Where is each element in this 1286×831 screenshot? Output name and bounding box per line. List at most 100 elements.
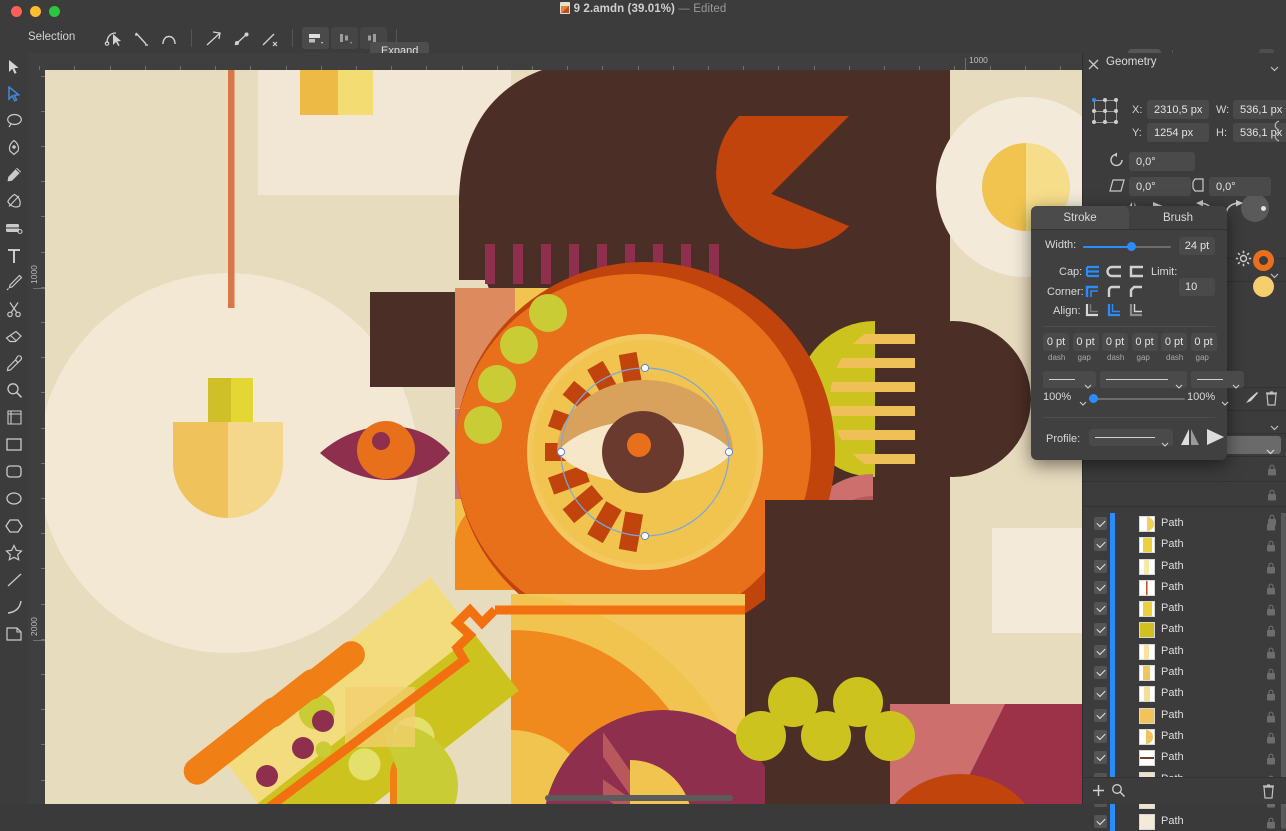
- tab-stroke[interactable]: Stroke: [1031, 206, 1129, 229]
- table-row[interactable]: Path: [1083, 513, 1286, 535]
- w-field[interactable]: 536,1 px: [1233, 100, 1286, 119]
- lock-icon[interactable]: [1267, 488, 1277, 506]
- table-row[interactable]: Path: [1083, 662, 1286, 685]
- chevron-down-icon[interactable]: [1079, 393, 1087, 411]
- width-slider-fill[interactable]: [1083, 245, 1131, 248]
- table-row[interactable]: Path: [1083, 683, 1286, 705]
- star-tool[interactable]: [0, 539, 28, 566]
- lock-icon[interactable]: [1266, 816, 1276, 831]
- dash-value-field[interactable]: 0 pt: [1190, 333, 1217, 351]
- align-center-icon[interactable]: [331, 27, 358, 49]
- brush-icon[interactable]: [1243, 390, 1259, 411]
- table-row[interactable]: Path: [1083, 534, 1286, 557]
- knife-tool[interactable]: [0, 269, 28, 296]
- tab-brush[interactable]: Brush: [1129, 206, 1227, 229]
- lock-icon[interactable]: [1266, 603, 1276, 621]
- text-tool[interactable]: [0, 242, 28, 269]
- link-ratio-icon[interactable]: [1273, 120, 1282, 147]
- polygon-tool[interactable]: [0, 512, 28, 539]
- lasso-select-tool[interactable]: [0, 107, 28, 134]
- horizontal-scrollbar[interactable]: [545, 795, 733, 801]
- anchor-point-selector[interactable]: [1091, 98, 1121, 128]
- round-join-icon[interactable]: [1106, 284, 1123, 298]
- eraser-tool[interactable]: [0, 323, 28, 350]
- convert-smooth-icon[interactable]: [229, 27, 255, 50]
- align-stroke-center-icon[interactable]: [1106, 303, 1123, 317]
- node-select-icon[interactable]: [100, 27, 126, 50]
- layer-visibility-checkbox[interactable]: [1094, 708, 1107, 722]
- vertical-ruler[interactable]: 1000 2000: [28, 70, 46, 804]
- opacity-start-value[interactable]: 100%: [1043, 391, 1071, 403]
- corner-tool[interactable]: [0, 620, 28, 647]
- rectangle-tool[interactable]: [0, 431, 28, 458]
- table-row[interactable]: Path: [1083, 555, 1286, 579]
- perspective-tool[interactable]: [0, 404, 28, 431]
- search-icon[interactable]: [1111, 783, 1126, 803]
- vector-brush-tool[interactable]: [0, 188, 28, 215]
- plus-icon[interactable]: [1091, 783, 1106, 803]
- dash-style-dropdown-right[interactable]: [1191, 371, 1244, 389]
- zoom-tool[interactable]: [0, 377, 28, 404]
- document-canvas[interactable]: [45, 70, 1082, 804]
- profile-dropdown[interactable]: [1089, 429, 1173, 447]
- table-row[interactable]: Path: [1083, 747, 1286, 770]
- align-left-icon[interactable]: [302, 27, 329, 49]
- width-slider-track[interactable]: [1131, 245, 1171, 248]
- y-field[interactable]: 1254 px: [1147, 123, 1209, 142]
- color-picker-tool[interactable]: [0, 350, 28, 377]
- lock-icon[interactable]: [1266, 646, 1276, 664]
- line-tool[interactable]: [0, 566, 28, 593]
- lock-icon[interactable]: [1266, 667, 1276, 685]
- dash-value-field[interactable]: 0 pt: [1043, 333, 1069, 351]
- corner-node-icon[interactable]: [128, 27, 154, 50]
- stroke-color-swatch[interactable]: [1253, 250, 1274, 271]
- node-tool[interactable]: [0, 80, 28, 107]
- table-row[interactable]: Path: [1083, 725, 1286, 748]
- width-value-field[interactable]: 24 pt: [1179, 237, 1215, 255]
- layer-visibility-checkbox[interactable]: [1094, 580, 1107, 594]
- lock-icon[interactable]: [1267, 463, 1277, 481]
- move-tool[interactable]: [0, 53, 28, 80]
- table-row[interactable]: Path: [1083, 619, 1286, 642]
- trash-icon[interactable]: [1265, 390, 1278, 411]
- layer-visibility-checkbox[interactable]: [1094, 559, 1107, 573]
- smooth-node-icon[interactable]: [156, 27, 182, 50]
- butt-cap-icon[interactable]: [1084, 264, 1101, 278]
- rounded-rectangle-tool[interactable]: [0, 458, 28, 485]
- layer-visibility-checkbox[interactable]: [1094, 517, 1107, 530]
- round-cap-icon[interactable]: [1106, 264, 1123, 278]
- table-row[interactable]: Path: [1083, 811, 1286, 831]
- lock-icon[interactable]: [1266, 582, 1276, 600]
- table-row[interactable]: Path: [1083, 576, 1286, 600]
- bevel-join-icon[interactable]: [1128, 284, 1145, 298]
- dash-style-dropdown-center[interactable]: [1100, 371, 1187, 389]
- limit-value-field[interactable]: 10: [1179, 278, 1215, 296]
- lock-icon[interactable]: [1266, 752, 1276, 770]
- dash-value-field[interactable]: 0 pt: [1102, 333, 1128, 351]
- shear-x-field[interactable]: 0,0°: [1129, 177, 1191, 196]
- layer-visibility-checkbox[interactable]: [1094, 602, 1107, 616]
- lock-icon[interactable]: [1266, 539, 1276, 557]
- gear-icon[interactable]: [1235, 250, 1252, 272]
- chevron-down-icon[interactable]: [1221, 393, 1229, 411]
- table-row[interactable]: Path: [1083, 598, 1286, 621]
- pen-tool[interactable]: [0, 134, 28, 161]
- dash-value-field[interactable]: 0 pt: [1161, 333, 1187, 351]
- scissors-tool[interactable]: [0, 296, 28, 323]
- layer-visibility-checkbox[interactable]: [1094, 538, 1107, 552]
- fill-tool[interactable]: [0, 215, 28, 242]
- dash-style-dropdown-left[interactable]: [1043, 371, 1096, 389]
- layer-visibility-checkbox[interactable]: [1094, 644, 1107, 658]
- opacity-slider-track[interactable]: [1093, 397, 1185, 400]
- square-cap-icon[interactable]: [1128, 264, 1145, 278]
- fill-color-swatch[interactable]: [1253, 276, 1274, 297]
- rotation-field[interactable]: 0,0°: [1129, 152, 1195, 171]
- miter-join-icon[interactable]: [1084, 284, 1101, 298]
- opacity-end-value[interactable]: 100%: [1187, 391, 1215, 403]
- shear-y-field[interactable]: 0,0°: [1209, 177, 1271, 196]
- align-stroke-inside-icon[interactable]: [1084, 303, 1101, 317]
- lock-icon[interactable]: [1266, 624, 1276, 642]
- x-field[interactable]: 2310,5 px: [1147, 100, 1209, 119]
- lock-icon[interactable]: [1266, 561, 1276, 579]
- convert-sharp-icon[interactable]: [201, 27, 227, 50]
